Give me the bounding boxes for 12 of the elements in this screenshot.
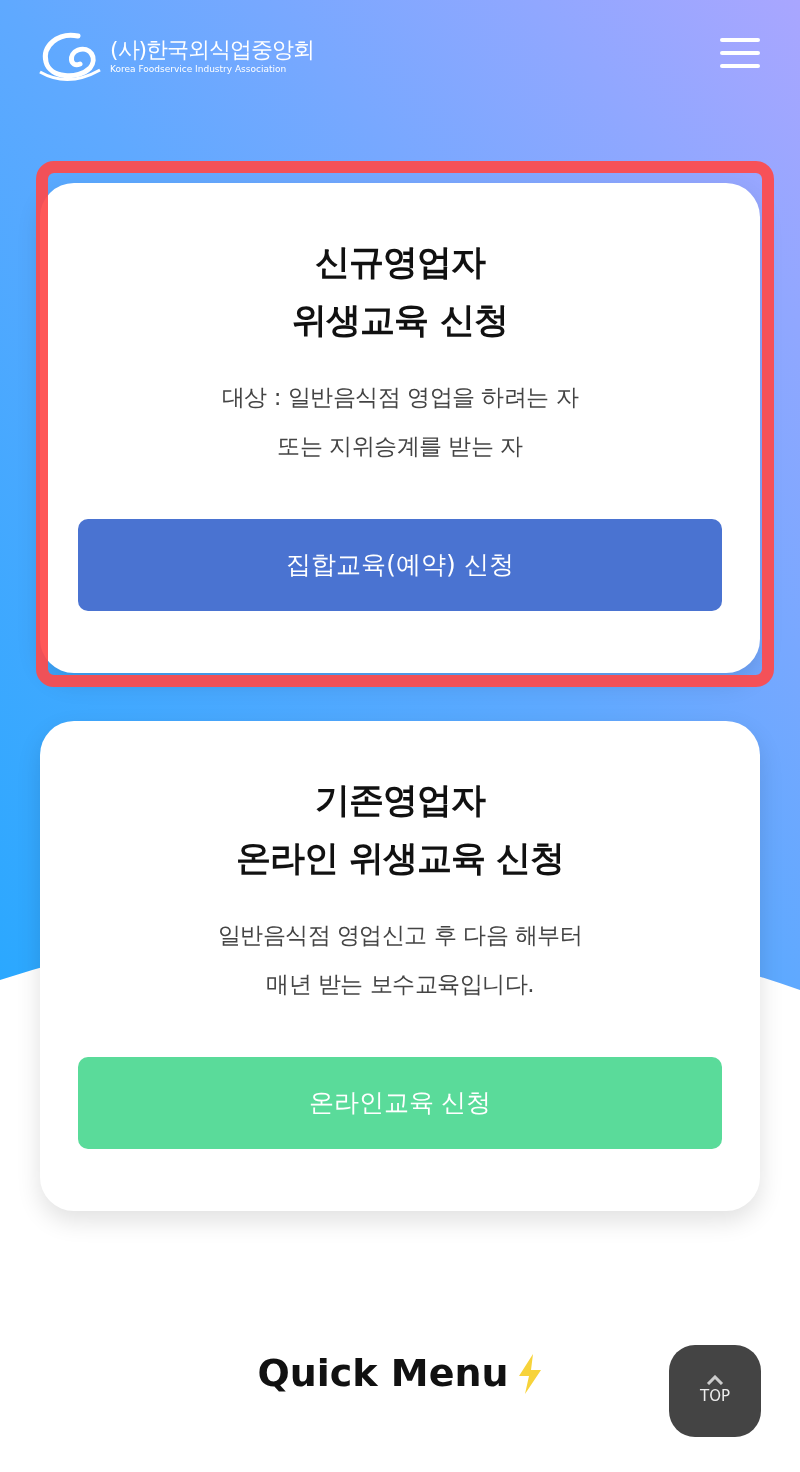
card-description: 일반음식점 영업신고 후 다음 해부터 매년 받는 보수교육입니다. bbox=[216, 921, 584, 999]
card-title: 신규영업자 위생교육 신청 bbox=[291, 241, 509, 342]
section-title: Quick Menu bbox=[257, 1350, 509, 1397]
card-title: 기존영업자 온라인 위생교육 신청 bbox=[234, 779, 566, 880]
caret-icon bbox=[706, 1374, 724, 1385]
menu-icon[interactable] bbox=[720, 36, 760, 70]
lightning-icon bbox=[516, 1353, 543, 1394]
card-description: 대상 : 일반음식점 영업을 하려는 자 또는 지위승계를 받는 자 bbox=[220, 383, 580, 461]
logo-title: (사)한국외식업중앙회 bbox=[110, 38, 315, 61]
logo-subtitle: Korea Foodservice Industry Association bbox=[110, 64, 288, 74]
apply-button[interactable]: 집합교육(예약) 신청 bbox=[78, 519, 722, 611]
top-button[interactable]: TOP bbox=[669, 1345, 761, 1437]
